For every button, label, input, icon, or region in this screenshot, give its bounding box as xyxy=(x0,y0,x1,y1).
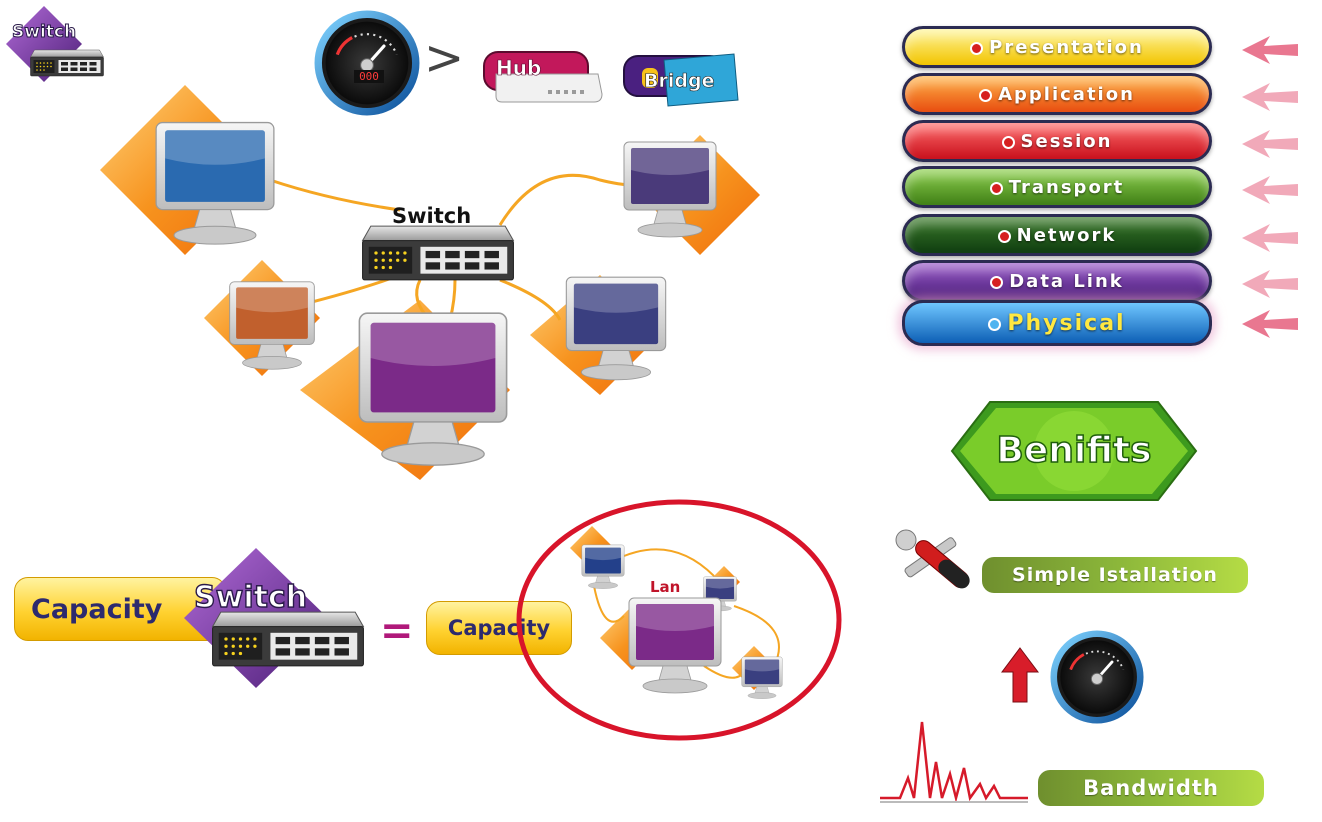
equals-symbol: = xyxy=(380,608,414,654)
bullet-icon xyxy=(997,229,1011,243)
lan-label: Lan xyxy=(650,578,681,596)
bandwidth-bar: Bandwidth xyxy=(1038,770,1264,806)
bullet-icon xyxy=(988,317,1002,331)
osi-layer-data-link: Data Link xyxy=(902,260,1212,302)
bullet-icon xyxy=(990,275,1004,289)
bullet-icon xyxy=(1001,135,1015,149)
left-arrow-icon xyxy=(1242,36,1298,64)
left-arrow-icon xyxy=(1242,270,1298,298)
bullet-icon xyxy=(979,88,993,102)
bandwidth-spikes-icon xyxy=(880,716,1028,804)
left-arrow-icon xyxy=(1242,310,1298,338)
left-arrow-icon xyxy=(1242,224,1298,252)
osi-layer-network: Network xyxy=(902,214,1212,256)
monitor-icon xyxy=(340,310,526,470)
osi-layer-session: Session xyxy=(902,120,1212,162)
left-arrow-icon xyxy=(1242,176,1298,204)
osi-layer-label: Presentation xyxy=(989,36,1144,58)
monitor-icon xyxy=(140,120,290,248)
simple-installation-label: Simple Istallation xyxy=(1012,564,1218,586)
monitor-icon xyxy=(620,140,720,240)
bandwidth-label: Bandwidth xyxy=(1083,776,1219,800)
left-arrow-icon xyxy=(1242,130,1298,158)
bullet-icon xyxy=(989,181,1003,195)
capacity-left-label: Capacity xyxy=(31,593,163,625)
benefits-badge: Benifits xyxy=(950,398,1198,504)
monitor-icon xyxy=(555,275,677,383)
up-arrow-icon xyxy=(1000,646,1040,704)
benefits-label: Benifits xyxy=(996,429,1153,472)
osi-layer-label: Network xyxy=(1016,224,1117,246)
osi-layer-physical: Physical xyxy=(902,300,1212,346)
osi-layer-label: Physical xyxy=(1007,310,1126,336)
switch-center-label: Switch xyxy=(392,204,472,228)
monitor-icon xyxy=(220,280,324,372)
bullet-icon xyxy=(970,41,984,55)
left-arrow-icon xyxy=(1242,83,1298,111)
osi-layer-label: Transport xyxy=(1008,176,1125,198)
switch-icon xyxy=(360,222,516,284)
simple-installation-bar: Simple Istallation xyxy=(982,557,1248,593)
switch-bottom-label: Switch xyxy=(193,579,308,615)
osi-layer-transport: Transport xyxy=(902,166,1212,208)
switch-badge-large: Switch xyxy=(176,546,372,690)
osi-layer-application: Application xyxy=(902,73,1212,115)
tools-icon xyxy=(888,526,980,602)
lan-circle: Lan xyxy=(514,496,844,744)
osi-layer-label: Session xyxy=(1020,130,1113,152)
osi-layer-label: Application xyxy=(998,83,1135,105)
osi-layer-label: Data Link xyxy=(1009,270,1124,292)
speedometer-icon xyxy=(1044,630,1150,724)
osi-layer-presentation: Presentation xyxy=(902,26,1212,68)
